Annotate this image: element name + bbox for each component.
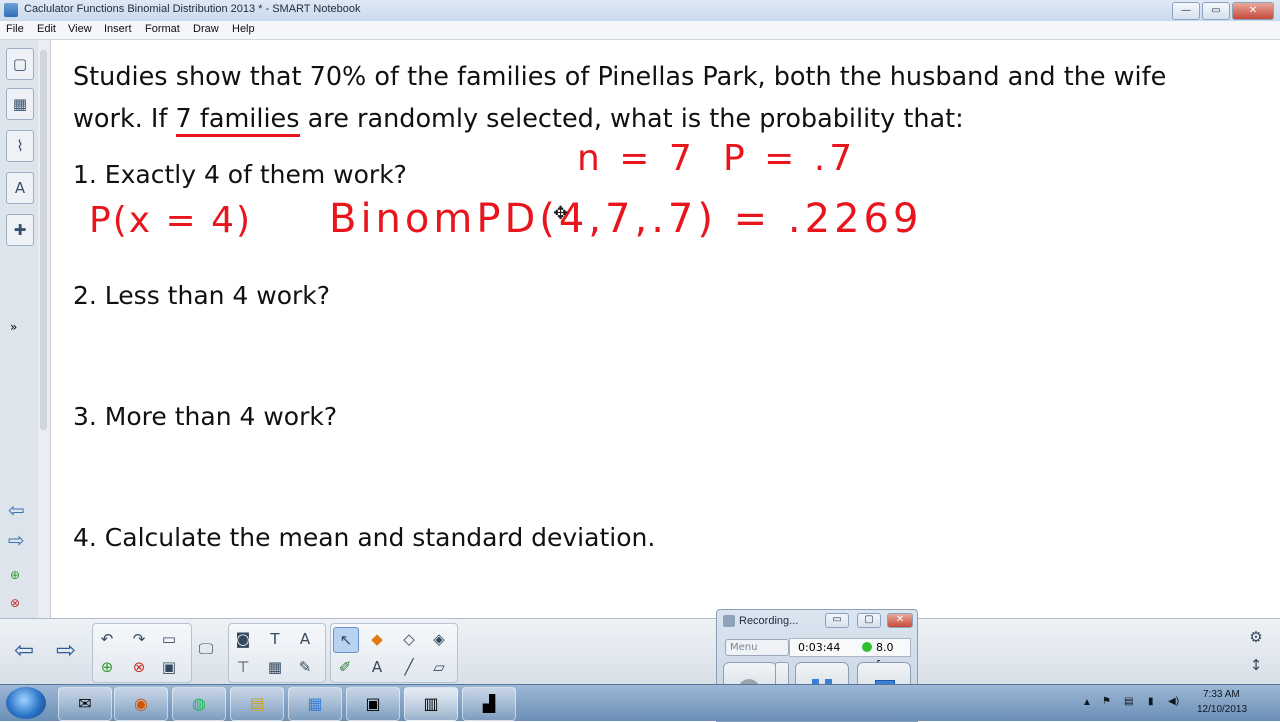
maximize-button[interactable]: ▭ — [1202, 2, 1230, 20]
tray-date[interactable]: 12/10/2013 — [1197, 704, 1247, 715]
pen-tray-icon[interactable]: ✎ — [293, 655, 317, 679]
title-bar: Caclulator Functions Binomial Distributi… — [0, 0, 1280, 22]
close-button[interactable]: ✕ — [1232, 2, 1274, 20]
next-page-button[interactable]: ⇨ — [56, 636, 76, 664]
next-page-icon[interactable]: ⇨ — [8, 528, 25, 552]
menu-insert[interactable]: Insert — [104, 23, 132, 35]
undo-icon[interactable]: ↶ — [95, 627, 119, 651]
firefox-task-icon[interactable]: ◉ — [114, 687, 168, 721]
handwritten-p: P = .7 — [723, 138, 857, 179]
tray-time[interactable]: 7:33 AM — [1203, 689, 1240, 700]
notebook-task-icon[interactable]: ▦ — [288, 687, 342, 721]
recorder-title: Recording... — [739, 615, 799, 627]
window-title: Caclulator Functions Binomial Distributi… — [24, 3, 361, 15]
question-2: 2. Less than 4 work? — [73, 281, 331, 310]
app-task-icon[interactable]: ▣ — [346, 687, 400, 721]
question-3: 3. More than 4 work? — [73, 402, 338, 431]
minimize-button[interactable]: — — [1172, 2, 1200, 20]
move-toolbar-icon[interactable]: ↕ — [1244, 653, 1268, 677]
page-sorter-tab[interactable]: ▢ — [6, 48, 34, 80]
start-button[interactable] — [6, 687, 46, 719]
question-4: 4. Calculate the mean and standard devia… — [73, 523, 656, 552]
tray-show-hidden-icon[interactable]: ▲ — [1082, 697, 1092, 708]
status-dot-icon — [862, 642, 872, 652]
magic-pen-icon[interactable]: ◇ — [397, 627, 421, 651]
properties-tab[interactable]: A — [6, 172, 34, 204]
eraser-icon[interactable]: ▱ — [427, 655, 451, 679]
side-tabs: ▢ ▦ ⌇ A ✚ » ⇦ ⇨ ⊕ ⊗ — [0, 40, 39, 618]
edit-tool-group: ↶ ↷ ▭ ⊕ ⊗ ▣ — [92, 623, 192, 683]
screen-shade-icon[interactable]: ⊤ — [231, 655, 255, 679]
handwritten-px: P(x = 4) — [89, 200, 253, 241]
open-file-icon[interactable]: ▭ — [157, 627, 181, 651]
table-icon[interactable]: ▦ — [263, 655, 287, 679]
pens-icon[interactable]: ✐ — [333, 655, 357, 679]
settings-gear-icon[interactable]: ⚙ — [1244, 625, 1268, 649]
shapes-icon[interactable]: ◆ — [365, 627, 389, 651]
text-tool-icon[interactable]: T — [263, 627, 287, 651]
move-cursor-icon: ✥ — [553, 203, 569, 224]
select-cursor-icon[interactable]: ↖ — [333, 627, 359, 653]
recorder-minimize[interactable]: ▭ — [825, 613, 849, 628]
add-page-icon[interactable]: ⊕ — [10, 568, 20, 582]
explorer-task-icon[interactable]: ▤ — [230, 687, 284, 721]
fill-icon[interactable]: ◈ — [427, 627, 451, 651]
menu-view[interactable]: View — [68, 23, 92, 35]
underlined-phrase: 7 families — [175, 104, 300, 137]
bottom-toolbar: ⇦ ⇨ ↶ ↷ ▭ ⊕ ⊗ ▣ 🖵 ◙ T A ⊤ ▦ ✎ ↖ ◆ ◇ ◈ ✐ … — [0, 618, 1280, 685]
notebook-page[interactable]: Studies show that 70% of the families of… — [51, 40, 1280, 618]
menu-draw[interactable]: Draw — [193, 23, 219, 35]
problem-line-2-pre: work. If — [73, 104, 176, 134]
sidebar-scrollbar[interactable] — [38, 40, 51, 618]
delete-page-button-icon[interactable]: ⊗ — [127, 655, 151, 679]
previous-page-icon[interactable]: ⇦ — [8, 498, 25, 522]
problem-statement: Studies show that 70% of the families of… — [73, 56, 1223, 140]
previous-page-button[interactable]: ⇦ — [14, 636, 34, 664]
scroll-thumb[interactable] — [40, 50, 47, 430]
window-controls: — ▭ ✕ — [1172, 2, 1274, 20]
outlook-task-icon[interactable]: ✉ — [58, 687, 112, 721]
screen-capture-icon[interactable]: ◙ — [231, 627, 255, 651]
handwritten-n: n = 7 — [577, 138, 696, 179]
menu-help[interactable]: Help — [232, 23, 255, 35]
attachments-tab[interactable]: ⌇ — [6, 130, 34, 162]
recorder-menu-dropdown[interactable]: Menu — [725, 639, 789, 656]
recorder-icon — [723, 615, 735, 627]
tray-network-icon[interactable]: ▤ — [1124, 696, 1133, 707]
spotify-task-icon[interactable]: ◍ — [172, 687, 226, 721]
line-icon[interactable]: ╱ — [397, 655, 421, 679]
problem-line-2: work. If 7 families are randomly selecte… — [73, 98, 1223, 140]
redo-icon[interactable]: ↷ — [127, 627, 151, 651]
delete-page-icon[interactable]: ⊗ — [10, 596, 20, 610]
gallery-tab[interactable]: ▦ — [6, 88, 34, 120]
taskbar: ✉ ◉ ◍ ▤ ▦ ▣ ▥ ▟ ▲ ⚑ ▤ ▮ ◀) 7:33 AM 12/10… — [0, 684, 1280, 721]
problem-line-2-post: are randomly selected, what is the proba… — [299, 104, 964, 134]
draw-tool-group: ↖ ◆ ◇ ◈ ✐ A ╱ ▱ — [330, 623, 458, 683]
recorder-close[interactable]: ✕ — [887, 613, 913, 628]
menu-format[interactable]: Format — [145, 23, 180, 35]
font-icon[interactable]: A — [293, 627, 317, 651]
screen-icon[interactable]: 🖵 — [194, 637, 218, 661]
question-1: 1. Exactly 4 of them work? — [73, 160, 407, 189]
expand-icon[interactable]: » — [10, 320, 17, 334]
tray-volume-icon[interactable]: ◀) — [1168, 696, 1179, 707]
tray-flag-icon[interactable]: ⚑ — [1102, 696, 1111, 707]
creative-pen-icon[interactable]: A — [365, 655, 389, 679]
tray-signal-icon[interactable]: ▮ — [1148, 696, 1154, 707]
problem-line-1: Studies show that 70% of the families of… — [73, 62, 1167, 92]
recorder-restore[interactable]: ▢ — [857, 613, 881, 628]
smart-notebook-task-icon[interactable]: ▥ — [404, 687, 458, 721]
smart-notebook-icon — [4, 3, 18, 17]
handwritten-binompd: BinomPD(4,7,.7) = .2269 — [329, 196, 923, 242]
add-page-button-icon[interactable]: ⊕ — [95, 655, 119, 679]
menu-file[interactable]: File — [6, 23, 24, 35]
menu-bar: File Edit View Insert Format Draw Help — [0, 21, 1280, 40]
addons-tab[interactable]: ✚ — [6, 214, 34, 246]
save-icon[interactable]: ▣ — [157, 655, 181, 679]
recorder-task-icon[interactable]: ▟ — [462, 687, 516, 721]
recorder-status: 0:03:44 8.0 fps — [789, 638, 911, 671]
elapsed-time: 0:03:44 — [798, 641, 841, 654]
insert-tool-group: ◙ T A ⊤ ▦ ✎ — [228, 623, 326, 683]
menu-edit[interactable]: Edit — [37, 23, 56, 35]
